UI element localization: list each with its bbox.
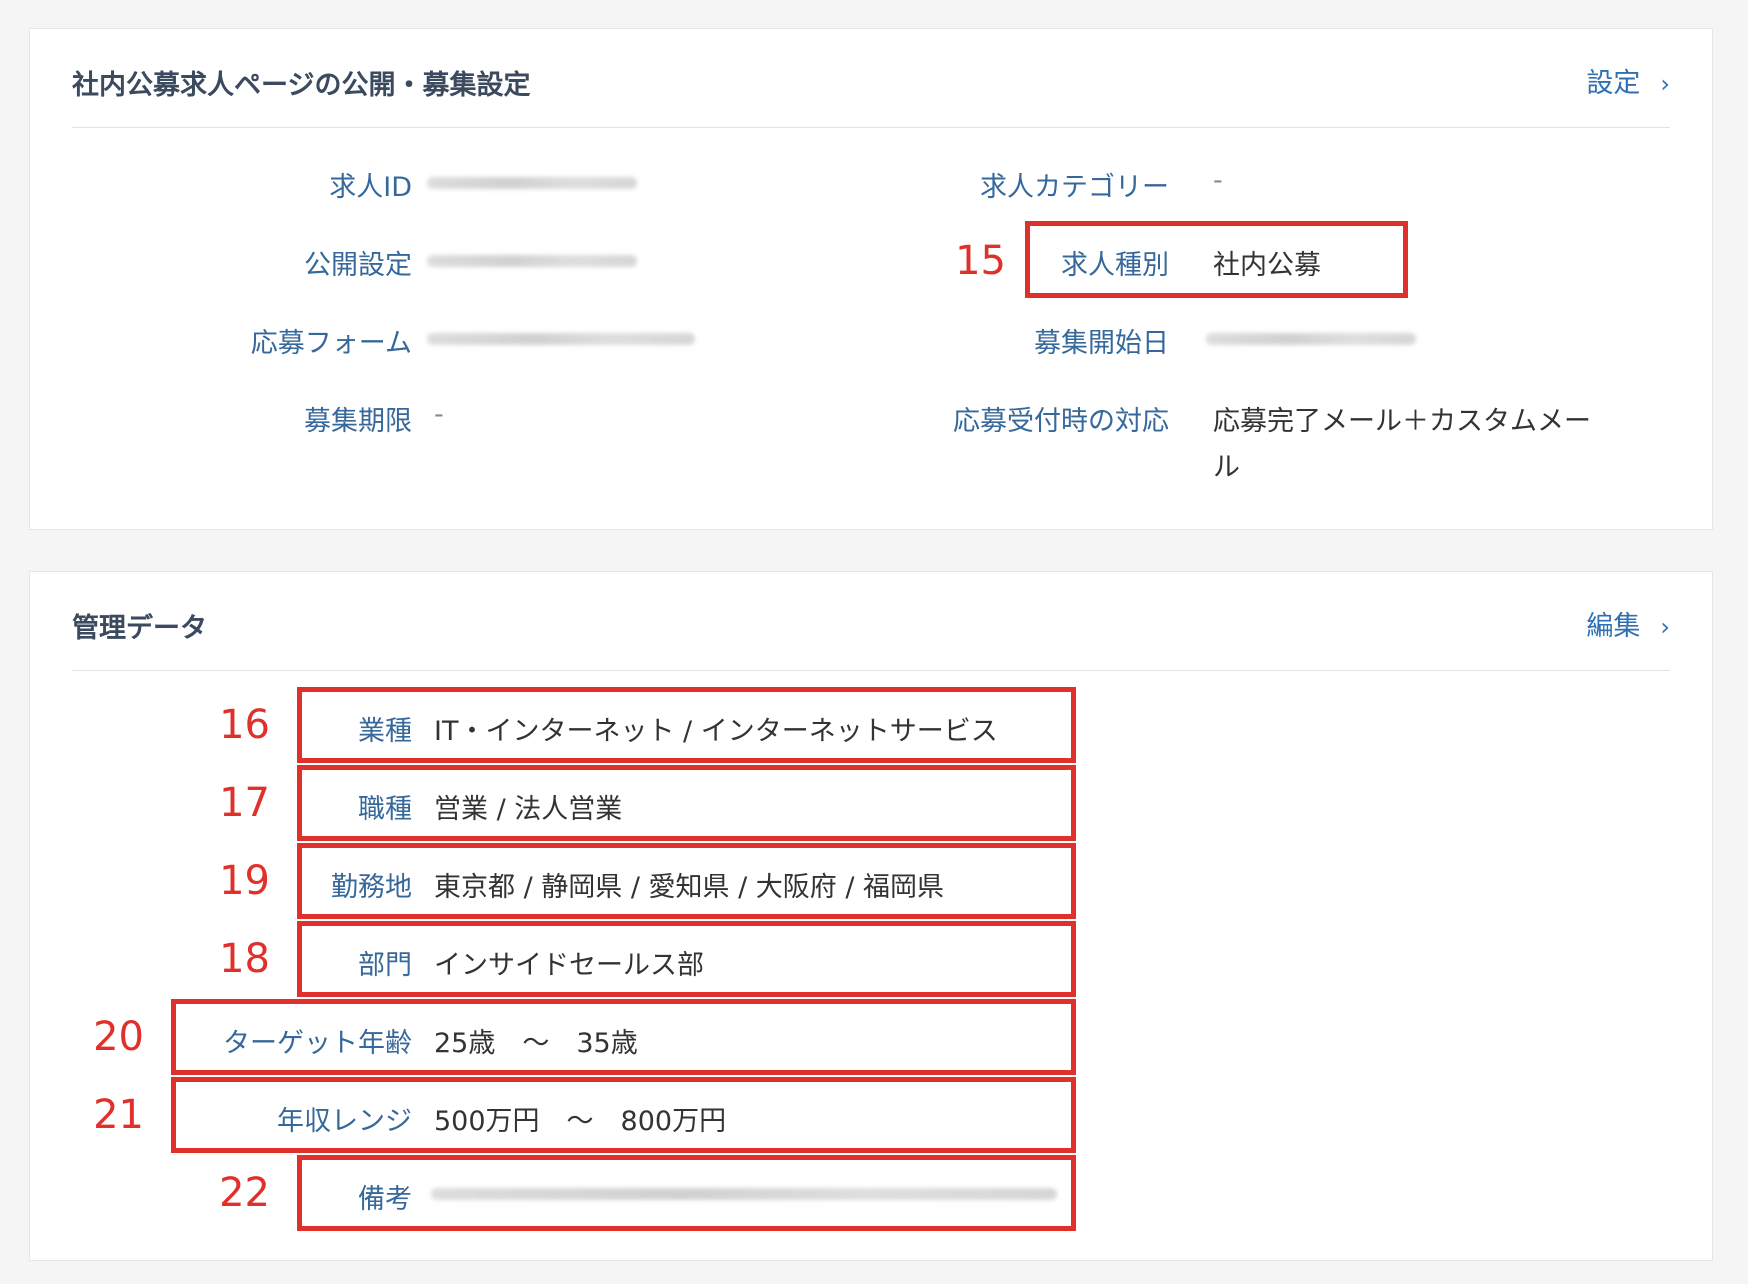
job-type-value: 社内公募: [1213, 250, 1321, 281]
annotation-number: 16: [219, 702, 270, 748]
settings-link-label: 設定: [1586, 68, 1641, 99]
settings-link[interactable]: 設定 ›: [1586, 61, 1670, 100]
work-location-label: 勤務地: [331, 872, 412, 903]
management-data-card: 管理データ 編集 › 16 業種 IT・インターネット / インターネットサービス…: [29, 571, 1713, 1261]
salary-range-label: 年収レンジ: [277, 1106, 412, 1137]
start-date-value-redacted: [1206, 333, 1416, 345]
annotation-number: 20: [93, 1014, 144, 1060]
annotation-number: 17: [219, 780, 270, 826]
job-category-label: 職種: [358, 794, 412, 825]
department-value: インサイドセールス部: [434, 950, 704, 981]
annotation-number: 21: [93, 1092, 144, 1138]
divider: [72, 127, 1670, 128]
category-label: 求人カテゴリー: [980, 172, 1169, 203]
publish-settings-card: 社内公募求人ページの公開・募集設定 設定 › 求人ID 公開設定 応募フォーム 募…: [29, 28, 1713, 530]
divider: [72, 670, 1670, 671]
publish-setting-value-redacted: [427, 255, 637, 267]
response-value-line1: 応募完了メール＋カスタムメー: [1213, 406, 1591, 437]
edit-link-label: 編集: [1586, 611, 1641, 642]
annotation-number: 15: [955, 238, 1006, 284]
industry-label: 業種: [358, 716, 412, 747]
industry-value: IT・インターネット / インターネットサービス: [434, 716, 998, 747]
notes-value-redacted: [431, 1188, 1057, 1200]
target-age-value: 25歳 ～ 35歳: [434, 1028, 638, 1059]
publish-setting-label: 公開設定: [304, 250, 412, 281]
annotation-number: 18: [219, 936, 270, 982]
annotation-number: 22: [219, 1170, 270, 1216]
job-type-label: 求人種別: [1061, 250, 1169, 281]
edit-link[interactable]: 編集 ›: [1586, 604, 1670, 643]
start-date-label: 募集開始日: [1034, 328, 1169, 359]
deadline-label: 募集期限: [304, 406, 412, 437]
management-data-title: 管理データ: [72, 613, 207, 644]
application-form-value-redacted: [427, 333, 695, 345]
annotation-number: 19: [219, 858, 270, 904]
job-id-label: 求人ID: [329, 172, 412, 203]
notes-label: 備考: [358, 1184, 412, 1215]
target-age-label: ターゲット年齢: [223, 1028, 412, 1059]
category-value: -: [1213, 165, 1223, 196]
job-id-value-redacted: [427, 177, 637, 189]
salary-range-value: 500万円 ～ 800万円: [434, 1106, 727, 1137]
chevron-right-icon: ›: [1660, 70, 1670, 98]
chevron-right-icon: ›: [1660, 613, 1670, 641]
application-form-label: 応募フォーム: [250, 328, 412, 359]
response-label: 応募受付時の対応: [953, 406, 1169, 437]
response-value-line2: ル: [1213, 452, 1240, 483]
work-location-value: 東京都 / 静岡県 / 愛知県 / 大阪府 / 福岡県: [434, 872, 945, 903]
deadline-value: -: [434, 399, 444, 430]
annotation-box: [297, 765, 1076, 841]
department-label: 部門: [358, 950, 412, 981]
job-category-value: 営業 / 法人営業: [434, 794, 623, 825]
publish-settings-title: 社内公募求人ページの公開・募集設定: [72, 70, 531, 101]
